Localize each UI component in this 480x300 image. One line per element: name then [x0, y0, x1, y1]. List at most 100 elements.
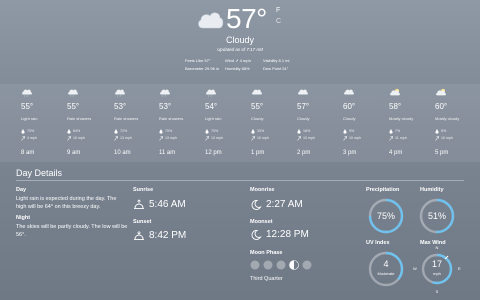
hourly-item[interactable]: 55° Cloudy 33% 10 mph 1 pm — [247, 84, 291, 162]
visibility: Visibility 8.1 mi — [263, 58, 290, 63]
rain-cloud-icon — [206, 89, 216, 97]
precipitation-value: 75% — [376, 211, 395, 221]
compass-east: E — [458, 266, 461, 271]
hourly-item[interactable]: 53° Rain showers 70% 13 mph 11 am — [155, 84, 199, 162]
partly-cloudy-icon — [390, 88, 400, 96]
raindrop-icon — [389, 129, 393, 134]
moonset-icon — [251, 230, 262, 240]
moon-phase-value: Third Quarter — [250, 276, 283, 282]
hourly-condition: Rain showers — [114, 116, 139, 121]
hourly-temp: 60° — [343, 102, 356, 111]
hourly-precip-chance: 5% — [441, 129, 447, 133]
unit-celsius-toggle[interactable]: C — [276, 18, 281, 25]
hourly-time: 9 am — [67, 150, 81, 156]
updated-time: Updated as of 7:17 AM — [217, 47, 263, 52]
hourly-wind: 10 mph — [349, 136, 361, 140]
wind-arrow-icon — [251, 136, 255, 141]
rain-cloud-icon — [22, 89, 32, 97]
hourly-condition: Rain showers — [159, 116, 184, 121]
wind-now: Wind ➚ 4 mph — [225, 58, 251, 63]
hourly-item[interactable]: 60° Mostly cloudy 5% 10 mph 5 pm — [431, 84, 475, 162]
wind-arrow-icon — [67, 136, 71, 141]
hourly-item[interactable]: 60° Cloudy 9% 10 mph 3 pm — [339, 84, 383, 162]
hourly-wind: 13 mph — [120, 136, 132, 140]
hourly-precip-chance: 70% — [165, 129, 173, 133]
partly-cloudy-icon — [436, 88, 446, 96]
moonset-time: 12:28 PM — [266, 229, 309, 240]
hourly-precip-chance: 72% — [120, 129, 128, 133]
raindrop-icon — [205, 129, 209, 134]
sunrise-time: 5:46 AM — [149, 199, 186, 210]
unit-fahrenheit-toggle[interactable]: F — [276, 7, 280, 14]
hourly-temp: 55° — [251, 102, 264, 111]
uv-index-desc: Moderate — [377, 271, 395, 276]
moonrise-icon — [251, 200, 262, 210]
cloud-icon — [298, 89, 308, 95]
hourly-time: 3 pm — [343, 150, 357, 156]
wind-arrow-icon — [297, 136, 301, 141]
wind-arrow-icon — [114, 136, 118, 141]
hourly-precip-chance: 64% — [73, 129, 81, 133]
hourly-temp: 53° — [159, 102, 172, 111]
day-text: Light rain is expected during the day. T… — [16, 196, 117, 210]
hourly-wind: 13 mph — [211, 136, 223, 140]
feels-like: Feels Like 57° — [185, 58, 211, 63]
rain-cloud-icon — [68, 89, 78, 97]
hourly-item[interactable]: 58° Mostly cloudy 7% 11 mph 4 pm — [385, 84, 429, 162]
hourly-time: 11 am — [159, 150, 176, 156]
wind-arrow-icon — [159, 136, 163, 141]
hourly-temp: 57° — [297, 102, 310, 111]
cloud-icon — [344, 89, 354, 95]
hourly-time: 8 am — [21, 150, 35, 156]
uv-index-gauge — [368, 251, 404, 287]
raindrop-icon — [114, 129, 118, 134]
hourly-item[interactable]: 57° Cloudy 16% 10 mph 2 pm — [293, 84, 337, 162]
raindrop-icon — [67, 129, 71, 134]
hourly-wind: 10 mph — [303, 136, 315, 140]
max-wind-unit: mph — [433, 271, 441, 276]
night-text: The skies will be partly cloudy. The low… — [16, 224, 128, 238]
sunset-time: 8:42 PM — [149, 230, 187, 241]
hourly-temp: 55° — [21, 102, 34, 111]
hourly-time: 2 pm — [297, 150, 311, 156]
sunrise-label: Sunrise — [133, 187, 154, 193]
wind-arrow-icon — [343, 136, 347, 141]
hourly-time: 1 pm — [251, 150, 265, 156]
hourly-condition: Cloudy — [251, 116, 264, 121]
hourly-precip-chance: 16% — [303, 129, 311, 133]
hourly-condition: Mostly cloudy — [435, 116, 460, 121]
hourly-item[interactable]: 55° Light rain 70% 4 mph 8 am — [17, 84, 61, 162]
compass-north: N — [435, 245, 439, 250]
rain-cloud-icon — [160, 89, 170, 97]
raindrop-icon — [343, 129, 347, 134]
hourly-temp: 54° — [205, 102, 218, 111]
hourly-time: 12 pm — [205, 150, 222, 156]
hourly-wind: 10 mph — [441, 136, 453, 140]
hourly-item[interactable]: 55° Rain showers 64% 10 mph 9 am — [63, 84, 107, 162]
sunset-icon — [134, 231, 144, 240]
humidity-value: 51% — [427, 211, 446, 221]
hourly-precip-chance: 70% — [27, 129, 35, 133]
current-condition: Cloudy — [225, 35, 254, 45]
hourly-condition: Light rain — [21, 116, 38, 121]
hourly-item[interactable]: 53° Rain showers 72% 13 mph 10 am — [110, 84, 154, 162]
uv-index-label: UV Index — [366, 240, 390, 246]
hourly-temp: 53° — [114, 102, 127, 111]
hourly-temp: 60° — [435, 102, 448, 111]
barometer: Barometer 29.96 in — [185, 66, 220, 71]
hourly-wind: 4 mph — [27, 136, 37, 140]
day-label: Day — [16, 187, 27, 193]
hourly-wind: 11 mph — [395, 136, 407, 140]
hourly-item[interactable]: 54° Light rain 70% 13 mph 12 pm — [201, 84, 245, 162]
hourly-time: 10 am — [114, 150, 131, 156]
hourly-condition: Mostly cloudy — [389, 116, 414, 121]
hourly-wind: 13 mph — [165, 136, 177, 140]
moonset-label: Moonset — [250, 219, 273, 225]
day-details-title: Day Details — [16, 168, 63, 178]
compass-south: S — [435, 289, 439, 294]
wind-compass-icon — [421, 253, 453, 285]
cloud-icon — [198, 12, 224, 29]
raindrop-icon — [435, 129, 439, 134]
moon-phase-icons — [250, 260, 312, 270]
precipitation-label: Precipitation — [366, 187, 400, 193]
